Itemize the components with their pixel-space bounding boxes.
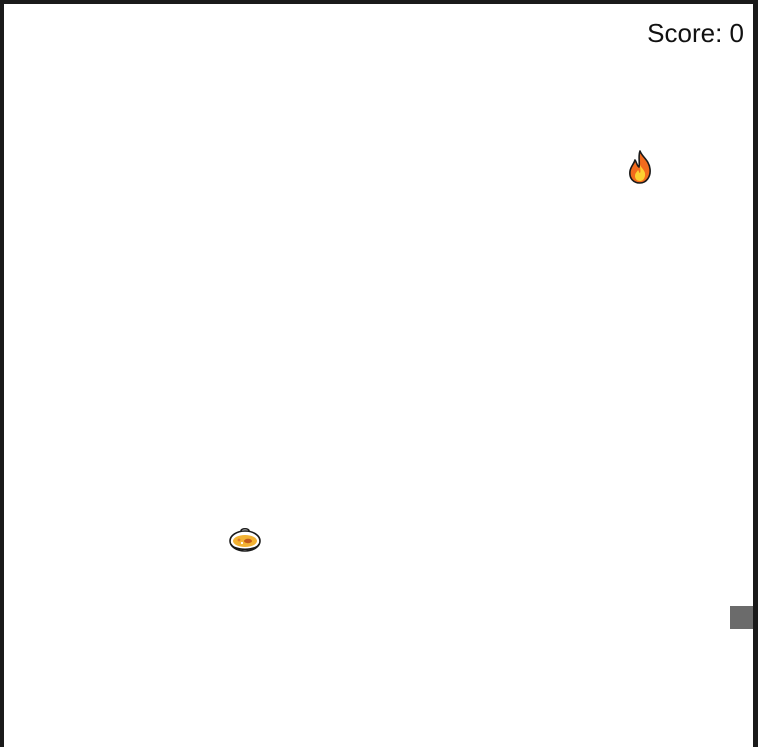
player-block[interactable]: [730, 606, 753, 629]
score-display: Score: 0: [647, 18, 744, 48]
fire-icon: [629, 150, 651, 184]
game-board[interactable]: Score: 0: [4, 4, 753, 747]
food-bowl-icon: [229, 527, 261, 552]
